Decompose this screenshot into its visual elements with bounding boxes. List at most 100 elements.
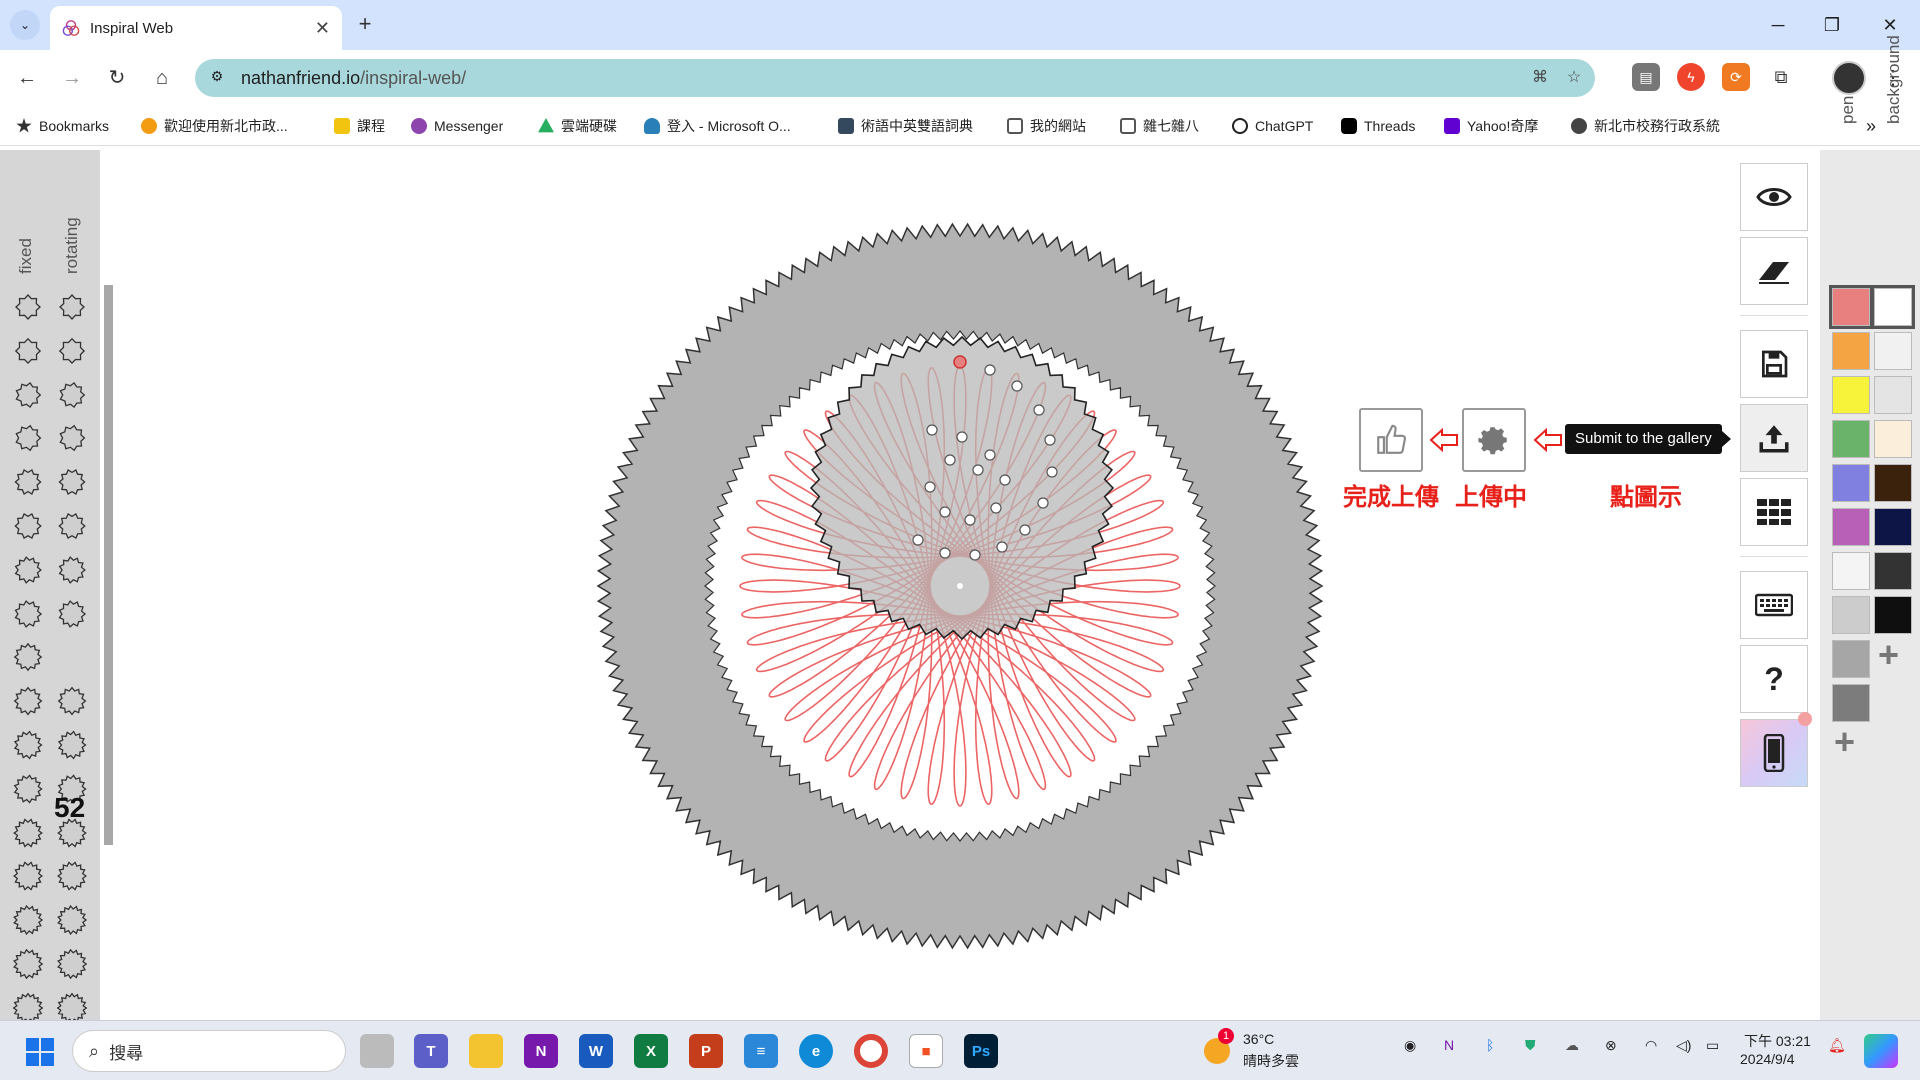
settings-spinner-button[interactable] [1462, 408, 1526, 472]
fixed-gear-option[interactable] [13, 423, 43, 453]
pen-color-swatch[interactable] [1832, 552, 1870, 590]
rotating-gear-option[interactable] [57, 949, 87, 979]
add-background-color-button[interactable]: + [1878, 637, 1899, 673]
like-button[interactable] [1359, 408, 1423, 472]
rotating-gear-option[interactable] [57, 511, 87, 541]
edge-icon[interactable]: e [799, 1034, 833, 1068]
photoshop-icon[interactable]: Ps [964, 1034, 998, 1068]
file-explorer-icon[interactable] [469, 1034, 503, 1068]
bookmark-item[interactable]: 登入 - Microsoft O... [644, 116, 791, 136]
fixed-gear-option[interactable] [13, 861, 43, 892]
fixed-gear-option[interactable] [13, 555, 43, 585]
background-color-swatch[interactable] [1874, 508, 1912, 546]
security-shield-icon[interactable]: ⛊ [1525, 1037, 1536, 1054]
submit-to-gallery-button[interactable] [1740, 404, 1808, 472]
fixed-gear-option[interactable] [13, 467, 43, 497]
address-bar[interactable]: ⚙ nathanfriend.io/inspiral-web/ ⌘ ☆ [195, 59, 1595, 97]
rotating-gear-option[interactable] [57, 861, 87, 892]
extensions-puzzle-icon[interactable]: ⧉ [1767, 63, 1795, 91]
fixed-gear-option[interactable] [13, 599, 43, 629]
excel-icon[interactable]: X [634, 1034, 668, 1068]
bookmark-item[interactable]: 術語中英雙語詞典 [838, 116, 973, 136]
fixed-gear-option[interactable] [13, 642, 43, 672]
onenote-icon[interactable]: N [524, 1034, 558, 1068]
teams-icon[interactable]: T [414, 1034, 448, 1068]
background-color-swatch[interactable] [1874, 420, 1912, 458]
profile-avatar[interactable] [1832, 61, 1866, 95]
site-info-icon[interactable]: ⚙ [207, 68, 227, 88]
rotating-gear-option[interactable] [57, 423, 87, 453]
fixed-gear-option[interactable] [13, 818, 43, 848]
fixed-gear-option[interactable] [13, 992, 43, 1020]
rotating-gear-option[interactable] [57, 467, 87, 497]
bookmark-item[interactable]: Bookmarks [16, 116, 109, 136]
rotating-gear-option[interactable] [57, 555, 87, 585]
fixed-gear-option[interactable] [13, 511, 43, 541]
bookmark-item[interactable]: Yahoo!奇摩 [1444, 116, 1538, 136]
fixed-gear-option[interactable] [13, 730, 43, 760]
tab-search-button[interactable]: ⌄ [10, 10, 40, 40]
help-button[interactable]: ? [1740, 645, 1808, 713]
wifi-icon[interactable]: ◠ [1645, 1037, 1657, 1054]
taskbar-search-box[interactable]: ⌕ 搜尋 [72, 1030, 346, 1072]
fixed-gear-option[interactable] [13, 292, 43, 322]
rotating-gear-option[interactable] [57, 380, 87, 410]
mobile-app-button[interactable] [1740, 719, 1808, 787]
bookmark-item[interactable]: 課程 [334, 116, 385, 136]
add-pen-color-button[interactable]: + [1834, 724, 1855, 760]
pen-color-swatch[interactable] [1832, 508, 1870, 546]
restore-button[interactable]: ❐ [1812, 10, 1852, 40]
pen-color-swatch[interactable] [1832, 596, 1870, 634]
rotating-gear-option[interactable] [57, 599, 87, 629]
browser-tab-active[interactable]: Inspiral Web ✕ [50, 6, 342, 50]
fixed-gear-option[interactable] [13, 774, 43, 804]
task-view-icon[interactable] [360, 1034, 394, 1068]
pen-color-swatch[interactable] [1832, 420, 1870, 458]
reload-button[interactable]: ↻ [102, 63, 132, 93]
forward-button[interactable]: → [57, 63, 87, 93]
bookmark-item[interactable]: Threads [1341, 116, 1415, 136]
bookmark-item[interactable]: 雲端硬碟 [538, 116, 617, 136]
steam-icon[interactable]: ◉ [1404, 1037, 1416, 1054]
more-bookmarks-chevron-icon[interactable]: » [1866, 116, 1876, 136]
new-tab-button[interactable]: + [352, 12, 378, 38]
bookmark-star-icon[interactable]: ☆ [1563, 67, 1585, 89]
home-button[interactable]: ⌂ [147, 63, 177, 93]
fixed-gear-option[interactable] [13, 380, 43, 410]
bookmark-folder[interactable]: 我的網站 [1007, 116, 1086, 136]
rotating-gear-option[interactable] [57, 336, 87, 366]
onenote-tray-icon[interactable]: N [1444, 1037, 1454, 1053]
x-circle-icon[interactable]: ⊗ [1605, 1037, 1617, 1054]
rotating-gear-option[interactable] [57, 292, 87, 322]
copilot-icon[interactable] [1864, 1034, 1898, 1068]
pen-color-swatch[interactable] [1832, 376, 1870, 414]
pen-color-swatch[interactable] [1832, 464, 1870, 502]
save-image-button[interactable] [1740, 330, 1808, 398]
background-color-swatch[interactable] [1874, 552, 1912, 590]
bookmark-item[interactable]: Messenger [411, 116, 503, 136]
notepad-icon[interactable]: ≡ [744, 1034, 778, 1068]
background-color-swatch[interactable] [1874, 376, 1912, 414]
background-color-swatch[interactable] [1874, 332, 1912, 370]
bookmark-item[interactable]: ChatGPT [1232, 116, 1313, 136]
drawing-canvas[interactable] [100, 150, 1820, 1020]
onedrive-tray-icon[interactable]: ☁ [1565, 1037, 1579, 1054]
bluetooth-icon[interactable]: ᛒ [1486, 1037, 1494, 1053]
bookmark-item[interactable]: 新北市校務行政系統 [1571, 116, 1720, 136]
gallery-button[interactable] [1740, 478, 1808, 546]
translate-icon[interactable]: ⌘ [1529, 67, 1551, 89]
battery-icon[interactable]: ▭ [1706, 1037, 1719, 1054]
rotating-gear-option[interactable] [57, 992, 87, 1020]
pen-color-swatch[interactable] [1832, 640, 1870, 678]
background-color-swatch[interactable] [1871, 285, 1915, 329]
bookmark-folder[interactable]: 雜七雜八 [1120, 116, 1199, 136]
notification-bell-icon[interactable]: 🔔︎ [1828, 1037, 1846, 1054]
microsoft-store-icon[interactable]: ■ [909, 1034, 943, 1068]
background-color-swatch[interactable] [1874, 464, 1912, 502]
rotating-gear-option[interactable] [57, 730, 87, 760]
minimize-button[interactable]: ─ [1758, 10, 1798, 40]
pen-color-swatch[interactable] [1829, 285, 1873, 329]
keyboard-shortcuts-button[interactable] [1740, 571, 1808, 639]
word-icon[interactable]: W [579, 1034, 613, 1068]
windows-start-icon[interactable] [26, 1038, 54, 1066]
